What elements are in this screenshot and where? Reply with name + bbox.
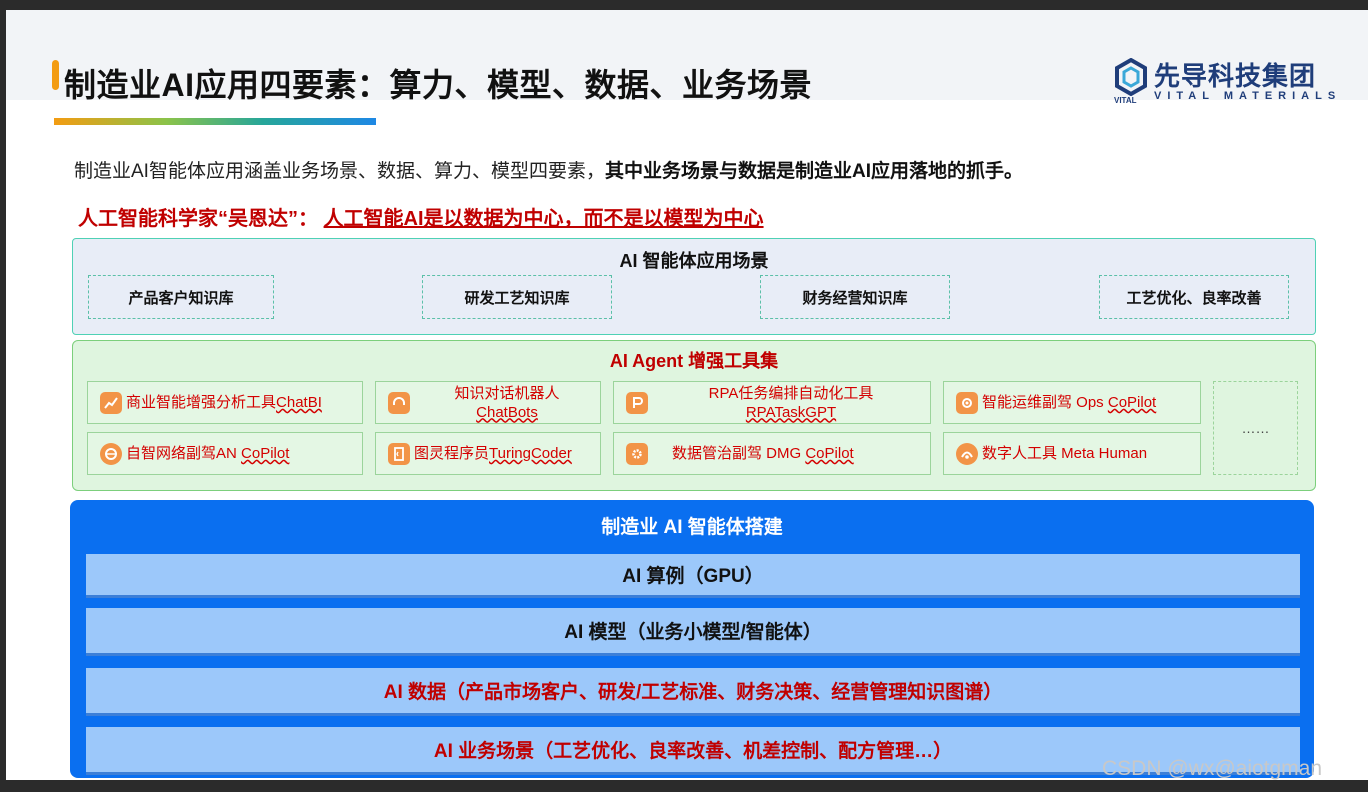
build-panel: 制造业 AI 智能体搭建 AI 算例（GPU） AI 模型（业务小模型/智能体）… <box>70 500 1314 778</box>
tool-meta-human: 数字人工具 Meta Human <box>943 432 1201 475</box>
rpa-icon <box>626 391 648 414</box>
tool-chatbots: 知识对话机器人 ChatBots <box>375 381 601 424</box>
agent-title: AI Agent 增强工具集 <box>609 351 779 371</box>
layer-data: AI 数据（产品市场客户、研发/工艺标准、财务决策、经营管理知识图谱） <box>86 668 1300 716</box>
watermark: CSDN @wx@aiotgman <box>1102 757 1323 780</box>
chart-icon <box>100 391 122 414</box>
title-gradient-divider <box>54 118 376 125</box>
code-icon <box>388 442 410 465</box>
logo-subtitle: VITAL MATERIALS <box>1154 90 1342 102</box>
bottom-strip <box>0 780 1368 792</box>
intro-text: 制造业AI智能体应用涵盖业务场景、数据、算力、模型四要素，其中业务场景与数据是制… <box>74 156 1023 183</box>
network-icon <box>100 442 122 465</box>
company-logo: 先导科技集团 VITAL VITAL MATERIALS <box>1114 52 1344 110</box>
gear-icon <box>956 391 978 414</box>
layer-compute: AI 算例（GPU） <box>86 554 1300 598</box>
logo-name: 先导科技集团 <box>1154 61 1317 91</box>
scenario-item: 财务经营知识库 <box>760 275 950 319</box>
scenarios-title: AI 智能体应用场景 <box>619 251 769 271</box>
slide: 制造业AI应用四要素：算力、模型、数据、业务场景 先导科技集团 VITAL VI… <box>6 10 1368 780</box>
tool-chatbi: 商业智能增强分析工具ChatBI <box>87 381 363 424</box>
layer-model: AI 模型（业务小模型/智能体） <box>86 608 1300 656</box>
tool-dmg-copilot: 数据管治副驾 DMG CoPilot <box>613 432 931 475</box>
quote-text: 人工智能科学家“吴恩达”： 人工智能AI是以数据为中心，而不是以模型为中心 <box>78 202 764 231</box>
tool-turingcoder: 图灵程序员TuringCoder <box>375 432 601 475</box>
tool-an-copilot: 自智网络副驾AN CoPilot <box>87 432 363 475</box>
intro-bold: 其中业务场景与数据是制造业AI应用落地的抓手。 <box>604 161 1023 182</box>
quote-underlined: 人工智能AI是以数据为中心，而不是以模型为中心 <box>323 208 764 230</box>
more-tools-placeholder: …… <box>1213 381 1298 475</box>
page-title: 制造业AI应用四要素：算力、模型、数据、业务场景 <box>64 67 813 103</box>
tool-rpataskgpt: RPA任务编排自动化工具 RPATaskGPT <box>613 381 931 424</box>
quote-prefix: 人工智能科学家“吴恩达”： <box>78 208 318 230</box>
scenario-item: 产品客户知识库 <box>88 275 274 319</box>
headset-icon <box>388 391 410 414</box>
scenarios-panel: AI 智能体应用场景 产品客户知识库 研发工艺知识库 财务经营知识库 工艺优化、… <box>72 238 1316 335</box>
human-icon <box>956 442 978 465</box>
build-title: 制造业 AI 智能体搭建 <box>601 517 783 538</box>
intro-normal: 制造业AI智能体应用涵盖业务场景、数据、算力、模型四要素， <box>74 161 605 182</box>
logo-mark-text: VITAL <box>1114 96 1137 105</box>
agent-tools-panel: AI Agent 增强工具集 商业智能增强分析工具ChatBI 知识对话机器人 C… <box>72 340 1316 491</box>
settings-icon <box>626 442 648 465</box>
tool-ops-copilot: 智能运维副驾 Ops CoPilot <box>943 381 1201 424</box>
logo-hexagon-icon <box>1115 58 1147 96</box>
title-accent-bar <box>52 60 59 90</box>
scenario-item: 工艺优化、良率改善 <box>1099 275 1289 319</box>
scenario-item: 研发工艺知识库 <box>422 275 612 319</box>
